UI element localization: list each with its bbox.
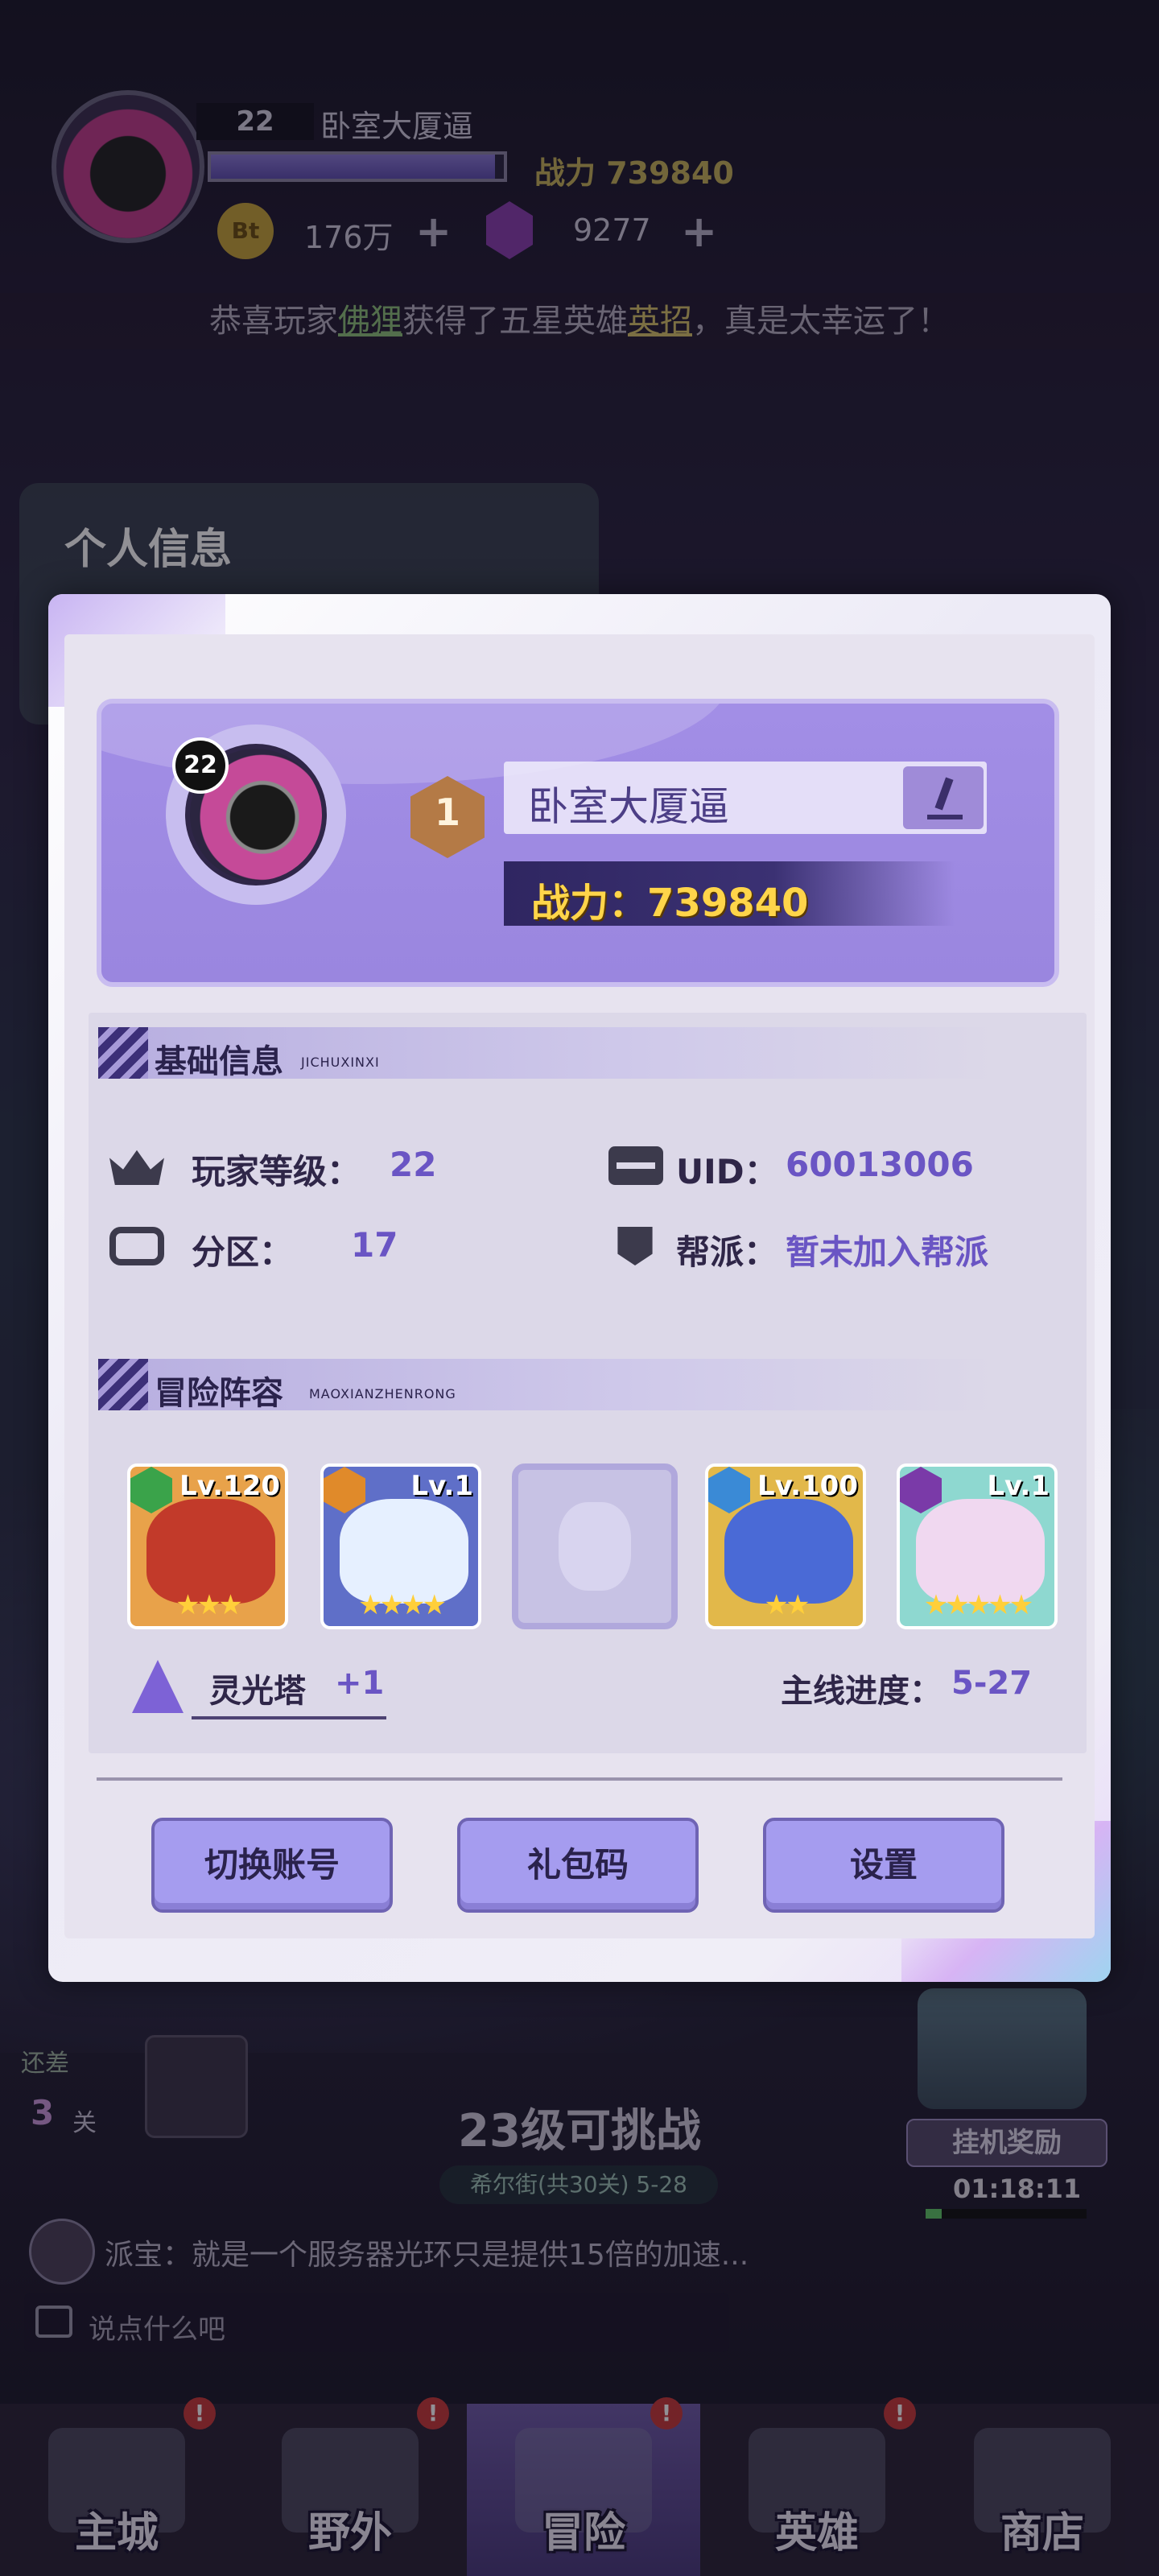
element-icon xyxy=(708,1467,750,1513)
modal-content: 22 1 卧室大厦逼 战力：739840 基础信息 JICHUXINXI 玩家等… xyxy=(64,634,1095,1938)
id-card-icon xyxy=(608,1146,663,1185)
hero-card[interactable]: Lv.1 ★★★★ xyxy=(320,1463,481,1629)
player-level-label: 玩家等级： xyxy=(192,1152,361,1191)
lineup-title: 冒险阵容 xyxy=(155,1375,283,1412)
hero-stars: ★★ xyxy=(764,1589,810,1621)
uid-row: UID： 60013006 xyxy=(608,1141,1075,1191)
profile-modal: 22 1 卧室大厦逼 战力：739840 基础信息 JICHUXINXI 玩家等… xyxy=(48,594,1111,1982)
element-icon xyxy=(900,1467,942,1513)
hero-stars: ★★★★★ xyxy=(923,1589,1033,1621)
hero-card[interactable]: Lv.100 ★★ xyxy=(705,1463,866,1629)
basic-info-title: 基础信息 xyxy=(155,1043,283,1080)
settings-button[interactable]: 设置 xyxy=(763,1818,1004,1913)
empty-hero-slot[interactable] xyxy=(512,1463,678,1629)
gift-code-button[interactable]: 礼包码 xyxy=(457,1818,699,1913)
tower-bonus: +1 xyxy=(335,1665,385,1702)
lineup-header: 冒险阵容 MAOXIANZHENRONG xyxy=(98,1359,1000,1412)
tower-icon xyxy=(132,1660,184,1713)
rank-number: 1 xyxy=(434,791,460,834)
crown-icon xyxy=(109,1150,164,1185)
hero-portrait xyxy=(146,1499,275,1604)
hero-stars: ★★★ xyxy=(175,1589,242,1621)
server-icon xyxy=(109,1227,164,1265)
server-row: 分区： 17 xyxy=(109,1222,560,1272)
stripe-icon xyxy=(98,1027,148,1079)
info-panel: 基础信息 JICHUXINXI 玩家等级： 22 UID： 60013006 分… xyxy=(89,1013,1087,1753)
hero-level: Lv.1 xyxy=(410,1470,473,1502)
hero-level: Lv.100 xyxy=(757,1470,858,1502)
hero-level: Lv.1 xyxy=(987,1470,1050,1502)
power-bar: 战力：739840 xyxy=(504,861,955,926)
mainline-value: 5-27 xyxy=(951,1665,1033,1702)
uid-value[interactable]: 60013006 xyxy=(786,1145,974,1184)
mainline-label: 主线进度： xyxy=(781,1673,942,1710)
name-box: 卧室大厦逼 xyxy=(504,762,987,834)
switch-account-button[interactable]: 切换账号 xyxy=(151,1818,393,1913)
power-text: 战力：739840 xyxy=(531,871,808,927)
tower-name[interactable]: 灵光塔 xyxy=(209,1665,306,1711)
guild-value[interactable]: 暂未加入帮派 xyxy=(786,1225,988,1274)
player-name: 卧室大厦逼 xyxy=(528,783,729,830)
uid-label: UID： xyxy=(676,1152,778,1191)
edit-name-button[interactable] xyxy=(903,766,984,829)
guild-row: 帮派： 暂未加入帮派 xyxy=(608,1222,1075,1272)
lineup-subtitle: MAOXIANZHENRONG xyxy=(309,1386,456,1402)
element-icon xyxy=(324,1467,365,1513)
server-label: 分区： xyxy=(192,1232,294,1272)
server-value: 17 xyxy=(351,1225,398,1265)
hero-card[interactable]: Lv.1 ★★★★★ xyxy=(897,1463,1058,1629)
divider xyxy=(97,1777,1062,1781)
hero-level: Lv.120 xyxy=(179,1470,280,1502)
stripe-icon xyxy=(98,1359,148,1410)
guild-label: 帮派： xyxy=(676,1232,778,1272)
element-icon xyxy=(130,1467,172,1513)
hero-stars: ★★★★ xyxy=(358,1589,447,1621)
tower-underline xyxy=(192,1716,386,1719)
avatar-level-badge: 22 xyxy=(172,737,229,794)
rank-badge-icon: 1 xyxy=(410,776,485,858)
hero-card[interactable]: Lv.120 ★★★ xyxy=(127,1463,288,1629)
power-value: 739840 xyxy=(647,881,809,926)
hero-portrait xyxy=(724,1499,853,1604)
player-level-row: 玩家等级： 22 xyxy=(109,1141,560,1191)
guild-shield-icon xyxy=(617,1227,653,1265)
player-level-value: 22 xyxy=(390,1145,437,1184)
power-label: 战力： xyxy=(531,881,648,926)
basic-info-header: 基础信息 JICHUXINXI xyxy=(98,1027,1000,1080)
basic-info-subtitle: JICHUXINXI xyxy=(301,1055,380,1070)
hero-portrait xyxy=(916,1499,1045,1604)
profile-card: 22 1 卧室大厦逼 战力：739840 xyxy=(97,699,1059,987)
hero-portrait xyxy=(340,1499,468,1604)
